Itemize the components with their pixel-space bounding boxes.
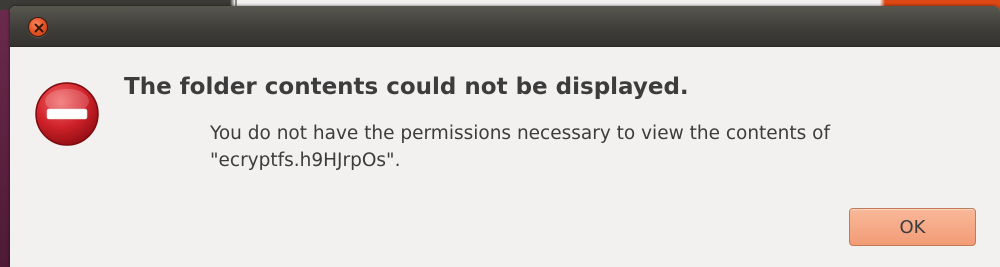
dialog-titlebar[interactable] xyxy=(10,6,1000,47)
error-dialog: The folder contents could not be display… xyxy=(10,6,1000,267)
close-icon xyxy=(34,23,44,33)
dialog-heading: The folder contents could not be display… xyxy=(124,74,689,100)
dialog-message: You do not have the permissions necessar… xyxy=(210,123,831,171)
error-icon xyxy=(35,82,99,146)
ok-button[interactable]: OK xyxy=(849,208,976,246)
dialog-content: The folder contents could not be display… xyxy=(10,48,1000,267)
close-button[interactable] xyxy=(28,17,48,37)
